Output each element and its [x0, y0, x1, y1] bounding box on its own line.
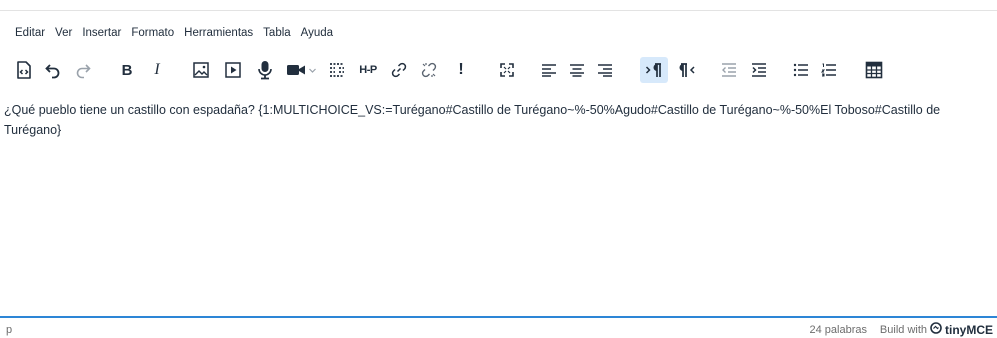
rtl-icon: [678, 62, 696, 78]
bold-button[interactable]: B: [116, 57, 138, 83]
microphone-icon: [256, 60, 274, 80]
menu-tabla[interactable]: Tabla: [258, 24, 296, 42]
menu-ayuda[interactable]: Ayuda: [296, 24, 338, 42]
video-camera-icon: [286, 62, 308, 78]
menu-formato[interactable]: Formato: [126, 24, 179, 42]
outdent-icon: [721, 63, 737, 77]
source-code-icon: [14, 60, 34, 80]
statusbar: p 24 palabras Build with tinyMCE: [0, 316, 997, 338]
source-code-button[interactable]: [12, 57, 36, 83]
chevron-down-icon: [308, 66, 317, 75]
align-center-button[interactable]: [566, 57, 588, 83]
link-icon: [390, 61, 408, 79]
menu-ver[interactable]: Ver: [50, 24, 77, 42]
record-video-button[interactable]: [282, 57, 320, 83]
media-button[interactable]: [222, 57, 244, 83]
media-icon: [224, 61, 242, 79]
ltr-button[interactable]: [640, 57, 668, 83]
tinymce-brand: tinyMCE: [945, 322, 993, 337]
image-button[interactable]: [190, 57, 212, 83]
menubar: Editar Ver Insertar Formato Herramientas…: [9, 24, 338, 42]
undo-icon: [44, 61, 62, 79]
h5p-icon: H-P: [359, 64, 377, 76]
toolbar: B I H-P !: [0, 54, 997, 88]
indent-icon: [751, 63, 767, 77]
indent-button[interactable]: [748, 57, 770, 83]
numbered-list-icon: [821, 63, 837, 77]
bold-icon: B: [121, 61, 133, 79]
top-divider: [0, 10, 997, 11]
editor-content-area[interactable]: ¿Qué pueblo tiene un castillo con espada…: [0, 94, 997, 316]
menu-herramientas[interactable]: Herramientas: [179, 24, 258, 42]
redo-button[interactable]: [72, 57, 94, 83]
bullet-list-button[interactable]: [790, 57, 812, 83]
image-icon: [192, 61, 210, 79]
table-button[interactable]: [862, 57, 886, 83]
fullscreen-icon: [499, 62, 515, 78]
accessibility-checker-button[interactable]: !: [452, 57, 470, 83]
align-right-button[interactable]: [594, 57, 616, 83]
align-left-icon: [541, 63, 557, 77]
align-right-icon: [597, 63, 613, 77]
tinymce-editor: Editar Ver Insertar Formato Herramientas…: [0, 0, 997, 338]
calculator-icon: [865, 61, 883, 79]
italic-icon: I: [154, 61, 160, 78]
record-audio-button[interactable]: [254, 57, 276, 83]
align-left-button[interactable]: [538, 57, 560, 83]
ltr-icon: [645, 62, 663, 78]
tinymce-logo-icon: [930, 322, 942, 337]
fullscreen-button[interactable]: [496, 57, 518, 83]
menu-editar[interactable]: Editar: [9, 24, 50, 42]
rtl-button[interactable]: [676, 57, 698, 83]
word-count[interactable]: 24 palabras: [810, 324, 868, 336]
outdent-button[interactable]: [718, 57, 740, 83]
link-button[interactable]: [388, 57, 410, 83]
screen-reader-icon: [328, 62, 346, 78]
unlink-button[interactable]: [418, 57, 440, 83]
unlink-icon: [420, 61, 438, 79]
numbered-list-button[interactable]: [818, 57, 840, 83]
italic-button[interactable]: I: [146, 57, 168, 83]
branding[interactable]: Build with tinyMCE: [880, 322, 993, 337]
redo-icon: [74, 61, 92, 79]
menu-insertar[interactable]: Insertar: [77, 24, 126, 42]
element-path[interactable]: p: [6, 324, 12, 336]
build-with-label: Build with: [879, 323, 927, 336]
question-text: ¿Qué pueblo tiene un castillo con espada…: [4, 103, 941, 137]
screen-reader-button[interactable]: [326, 57, 348, 83]
undo-button[interactable]: [42, 57, 64, 83]
exclamation-icon: !: [458, 61, 464, 78]
bullet-list-icon: [793, 63, 809, 77]
h5p-button[interactable]: H-P: [356, 57, 380, 83]
align-center-icon: [569, 63, 585, 77]
